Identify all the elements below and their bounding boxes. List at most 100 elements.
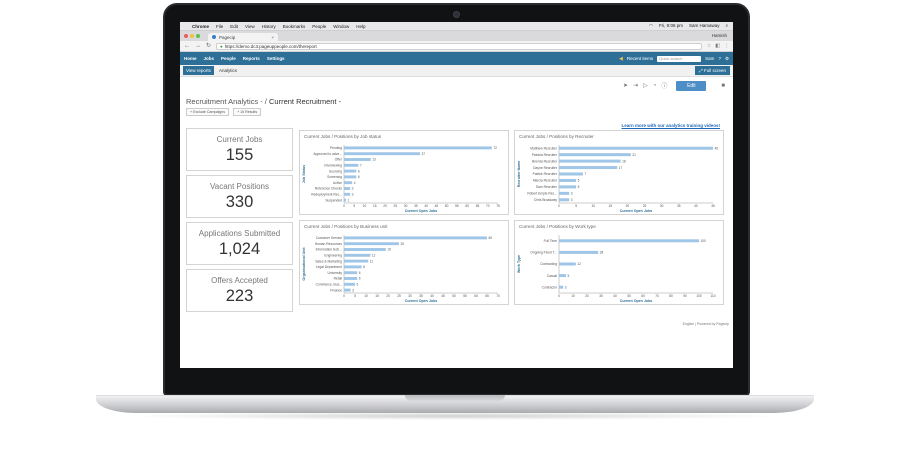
x-tick-label: 20 <box>386 294 390 298</box>
kpi-card-current-jobs[interactable]: Current Jobs 155 <box>186 128 293 171</box>
forward-icon[interactable]: → <box>195 43 201 49</box>
data-label: 5 <box>568 274 570 278</box>
wifi-icon[interactable]: ◠ <box>649 23 653 29</box>
laptop-notch <box>405 395 505 401</box>
category-label: Sales & Marketing <box>315 259 342 263</box>
x-tick-label: 80 <box>669 294 673 298</box>
category-label: Approved to adve... <box>313 152 342 156</box>
training-videos-link[interactable]: Learn more with our analytics training v… <box>621 123 720 128</box>
x-axis-label: Current Open Jobs <box>620 299 653 303</box>
bar <box>559 146 713 150</box>
chart-recruiter: Recruiter Name Matthew Recruiter 45 Patrici… <box>517 145 718 213</box>
data-label: 7 <box>360 164 362 168</box>
data-label: 5 <box>357 283 359 287</box>
category-label: Reference Checks <box>315 187 342 191</box>
menu-file[interactable]: File <box>216 24 223 29</box>
browser-profile[interactable]: Hamish <box>712 33 727 38</box>
quick-search-input[interactable]: Quick search <box>657 55 702 62</box>
browser-tab[interactable]: Pagecip × <box>208 33 278 41</box>
kpi-card-offers-accepted[interactable]: Offers Accepted 223 <box>186 269 293 312</box>
y-axis-label: Organisational Unit <box>302 247 306 281</box>
extension-icon[interactable]: ◧ <box>715 43 720 49</box>
data-label: 12 <box>577 262 581 266</box>
os-user[interactable]: Sam Hamaway <box>689 23 720 29</box>
reload-icon[interactable]: ↻ <box>206 43 211 49</box>
data-label: 28 <box>600 251 604 255</box>
menu-help[interactable]: Help <box>356 24 365 29</box>
back-icon[interactable]: ← <box>184 43 190 49</box>
bar <box>344 288 351 292</box>
bar <box>559 153 631 157</box>
camera-record-icon[interactable]: ■ <box>721 83 725 89</box>
nav-reports[interactable]: Reports <box>243 56 260 61</box>
edit-button[interactable]: Edit <box>676 80 707 91</box>
data-label: 13 <box>372 158 376 162</box>
minimize-window-icon[interactable] <box>190 34 194 38</box>
breadcrumb-parent[interactable]: Recruitment Analytics - <box>186 97 263 106</box>
x-tick-label: 0 <box>558 204 560 208</box>
x-tick-label: 0 <box>558 294 560 298</box>
settings-icon[interactable]: ⚙ <box>725 56 729 62</box>
sub-nav: View reports Analytics ⤢ Full screen <box>180 65 733 77</box>
category-label: Full Time <box>544 239 558 243</box>
close-window-icon[interactable] <box>184 34 188 38</box>
category-label: Pending <box>330 146 342 150</box>
spotlight-icon[interactable]: ⌕ <box>725 23 728 29</box>
share-icon[interactable]: ➤ <box>623 82 628 89</box>
category-label: Human Resources <box>315 242 343 246</box>
data-label: 21 <box>632 153 636 157</box>
kpi-card-vacant-positions[interactable]: Vacant Positions 330 <box>186 175 293 218</box>
breadcrumb-current[interactable]: Current Recruitment - <box>269 97 341 106</box>
kpi-card-applications-submitted[interactable]: Applications Submitted 1,024 <box>186 222 293 265</box>
notification-icon[interactable]: ◀ <box>619 56 623 62</box>
clock-icon[interactable]: ◔ <box>653 83 657 89</box>
bar <box>344 181 353 185</box>
nav-home[interactable]: Home <box>184 56 197 61</box>
results-chip[interactable]: + 15 Results <box>233 108 262 116</box>
menu-history[interactable]: History <box>262 24 276 29</box>
nav-people[interactable]: People <box>221 56 236 61</box>
recent-items-dropdown[interactable]: Recent items <box>627 56 653 61</box>
menu-window[interactable]: Window <box>333 24 349 29</box>
play-icon[interactable]: ▷ <box>643 82 648 89</box>
tab-analytics[interactable]: Analytics <box>216 66 240 75</box>
zoom-window-icon[interactable] <box>196 34 200 38</box>
app-menu-name[interactable]: Chrome <box>192 24 209 29</box>
x-tick-label: 30 <box>408 294 412 298</box>
data-label: 7 <box>584 172 586 176</box>
data-label: 3 <box>565 285 567 289</box>
clock[interactable]: Fri, 9:06 pm <box>659 23 683 29</box>
help-icon[interactable]: ? <box>718 56 721 61</box>
x-tick-label: 10 <box>571 294 575 298</box>
menu-bookmarks[interactable]: Bookmarks <box>283 24 306 29</box>
star-icon[interactable]: ☆ <box>707 43 711 49</box>
chart-business-unit: Organisational UnitCustomer Service 65Hum… <box>302 235 500 303</box>
x-tick-label: 15 <box>373 204 377 208</box>
x-tick-label: 60 <box>474 294 478 298</box>
url-input[interactable]: ● https://demo.dc3.pageuppeople.com/ther… <box>216 42 702 50</box>
menu-edit[interactable]: Edit <box>230 24 238 29</box>
user-menu[interactable]: Sam <box>705 56 714 61</box>
data-label: 4 <box>354 181 356 185</box>
export-icon[interactable]: ⇥ <box>633 82 638 89</box>
info-icon[interactable]: ⓘ <box>661 81 667 90</box>
exclude-campaigns-chip[interactable]: + Exclude Campaigns <box>186 108 230 116</box>
category-label: Active <box>333 181 342 185</box>
menu-people[interactable]: People <box>312 24 326 29</box>
menu-view[interactable]: View <box>245 24 255 29</box>
nav-settings[interactable]: Settings <box>267 56 285 61</box>
menu-icon[interactable]: ⋮ <box>724 43 729 49</box>
x-tick-label: 65 <box>476 204 480 208</box>
close-tab-icon[interactable]: × <box>271 35 274 40</box>
full-screen-button[interactable]: ⤢ Full screen <box>695 66 730 75</box>
category-label: Information tech... <box>316 248 342 252</box>
data-label: 3 <box>352 288 354 292</box>
x-tick-label: 25 <box>394 204 398 208</box>
x-tick-label: 35 <box>677 204 681 208</box>
tab-view-reports[interactable]: View reports <box>183 66 214 75</box>
category-label: Matthew Recruiter <box>530 146 558 150</box>
x-tick-label: 60 <box>641 294 645 298</box>
y-axis-label: Recruiter Name <box>517 161 521 188</box>
chart-panel-recruiter: Current Jobs / Positions by Recruiter Re… <box>514 130 724 215</box>
nav-jobs[interactable]: Jobs <box>204 56 215 61</box>
